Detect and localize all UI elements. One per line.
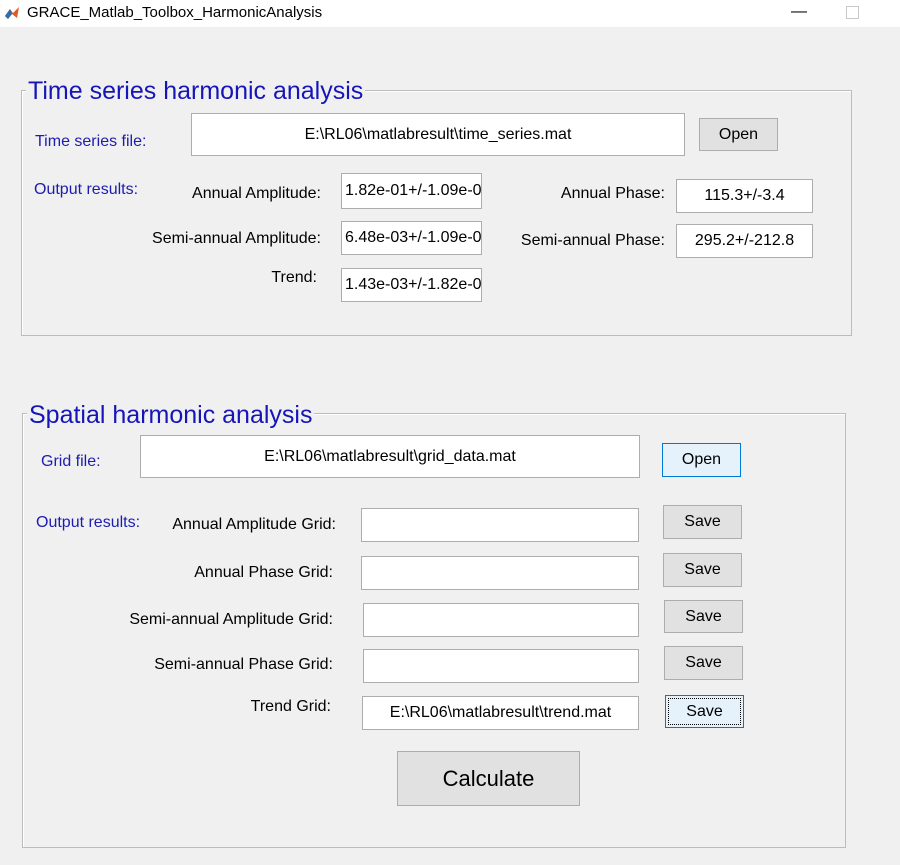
annual-amplitude-grid-save-button[interactable]: Save <box>663 505 742 539</box>
trend-label: Trend: <box>271 269 317 286</box>
matlab-icon <box>5 7 19 19</box>
time-series-file-label: Time series file: <box>35 133 147 150</box>
semi-annual-amplitude-label: Semi-annual Amplitude: <box>152 230 321 247</box>
minimize-button[interactable]: — <box>786 2 812 24</box>
annual-phase-grid-field[interactable] <box>361 556 639 590</box>
time-series-file-field[interactable]: E:\RL06\matlabresult\time_series.mat <box>191 113 685 156</box>
maximize-button[interactable] <box>846 6 859 19</box>
trend-grid-save-button[interactable]: Save <box>665 695 744 728</box>
semi-annual-phase-grid-save-button[interactable]: Save <box>664 646 743 680</box>
semi-annual-phase-label: Semi-annual Phase: <box>520 232 665 249</box>
grid-file-label: Grid file: <box>41 453 101 470</box>
annual-amplitude-field[interactable]: 1.82e-01+/-1.09e-03 <box>341 173 482 209</box>
spatial-panel-title: Spatial harmonic analysis <box>27 400 315 430</box>
annual-phase-label: Annual Phase: <box>560 185 665 202</box>
annual-phase-grid-label: Annual Phase Grid: <box>194 564 333 581</box>
semi-annual-phase-grid-label: Semi-annual Phase Grid: <box>154 656 333 673</box>
semi-annual-amplitude-grid-field[interactable] <box>363 603 639 637</box>
semi-annual-amplitude-grid-label: Semi-annual Amplitude Grid: <box>129 611 333 628</box>
annual-phase-field[interactable]: 115.3+/-3.4 <box>676 179 813 213</box>
annual-amplitude-grid-field[interactable] <box>361 508 639 542</box>
semi-annual-amplitude-field[interactable]: 6.48e-03+/-1.09e-03 <box>341 221 482 255</box>
calculate-button[interactable]: Calculate <box>397 751 580 806</box>
trend-field[interactable]: 1.43e-03+/-1.82e-04 <box>341 268 482 302</box>
time-series-open-button[interactable]: Open <box>699 118 778 151</box>
time-series-panel-title: Time series harmonic analysis <box>26 76 366 106</box>
annual-amplitude-grid-label: Annual Amplitude Grid: <box>172 516 336 533</box>
spatial-output-label: Output results: <box>36 514 141 531</box>
window-title: GRACE_Matlab_Toolbox_HarmonicAnalysis <box>27 4 323 21</box>
annual-amplitude-label: Annual Amplitude: <box>192 185 321 202</box>
time-series-output-label: Output results: <box>34 181 139 198</box>
semi-annual-phase-grid-field[interactable] <box>363 649 639 683</box>
grid-open-button[interactable]: Open <box>662 443 741 477</box>
grid-file-field[interactable]: E:\RL06\matlabresult\grid_data.mat <box>140 435 640 478</box>
semi-annual-phase-field[interactable]: 295.2+/-212.8 <box>676 224 813 258</box>
semi-annual-amplitude-grid-save-button[interactable]: Save <box>664 600 743 633</box>
trend-grid-field[interactable]: E:\RL06\matlabresult\trend.mat <box>362 696 639 730</box>
annual-phase-grid-save-button[interactable]: Save <box>663 553 742 587</box>
trend-grid-label: Trend Grid: <box>250 698 331 715</box>
